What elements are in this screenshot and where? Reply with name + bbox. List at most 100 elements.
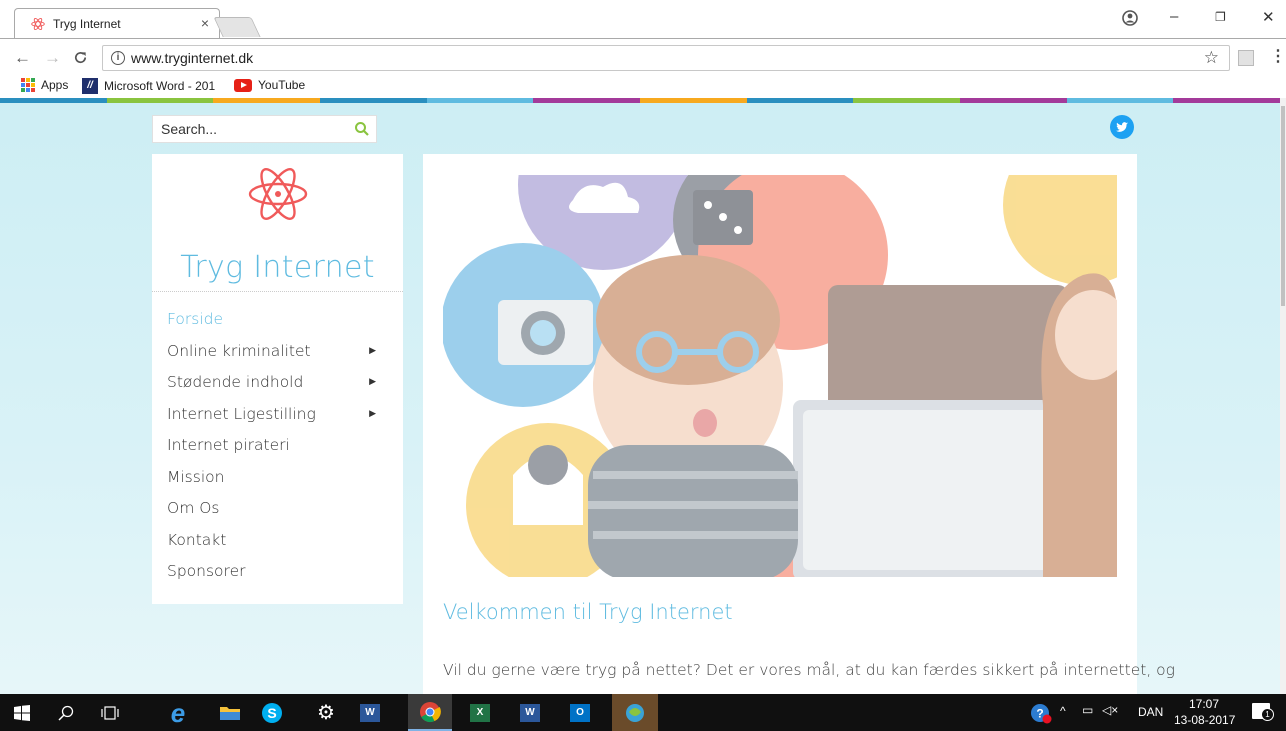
new-tab-button[interactable] (213, 17, 261, 37)
chrome-icon (420, 701, 441, 722)
taskbar-search-icon (58, 705, 74, 721)
edge-app[interactable]: e (156, 694, 200, 731)
info-icon[interactable]: i (111, 51, 125, 65)
menu-item[interactable]: Internet pirateri (167, 436, 392, 468)
extension-icon[interactable] (1238, 50, 1254, 66)
word-app-2[interactable]: W (508, 694, 552, 731)
apps-grid-icon (21, 78, 35, 92)
word-icon: // (82, 78, 98, 94)
svg-text:S: S (267, 705, 276, 721)
task-view-button[interactable] (88, 694, 132, 731)
excel-icon: X (470, 703, 490, 722)
battery-icon[interactable]: ▭ (1082, 703, 1093, 717)
bookmark-label: Apps (41, 78, 69, 92)
stripe-segment (213, 98, 321, 103)
minimize-button[interactable]: – (1170, 8, 1178, 25)
browser-toolbar: ← → i www.tryginternet.dk ☆ ⋮ (0, 38, 1286, 76)
stripe-segment (640, 98, 747, 103)
stripe-segment (1173, 98, 1280, 103)
edge-icon: e (170, 697, 186, 728)
clock-date[interactable]: 13-08-2017 (1174, 713, 1235, 727)
reload-icon[interactable] (73, 50, 88, 65)
scroll-thumb[interactable] (1281, 106, 1285, 306)
menu-item-label: Internet Ligestilling (167, 404, 316, 423)
search-box[interactable] (152, 115, 377, 143)
task-view-icon (101, 705, 119, 720)
volume-icon[interactable]: ◁× (1102, 703, 1118, 717)
word-taskbar-icon: W (360, 703, 380, 722)
twitter-icon[interactable] (1110, 115, 1134, 139)
search-input[interactable] (153, 116, 348, 142)
menu-item[interactable]: Sponsorer (167, 562, 392, 594)
url-text[interactable]: www.tryginternet.dk (131, 50, 253, 66)
bookmark-label: YouTube (258, 78, 306, 92)
outlook-app[interactable]: O (558, 694, 602, 731)
page-scrollbar[interactable] (1280, 98, 1286, 694)
action-center-button[interactable]: 1 (1252, 703, 1274, 721)
menu-item[interactable]: Online kriminalitet ▶ (167, 342, 392, 374)
menu-item-label: Forside (167, 310, 223, 328)
word-app[interactable]: W (348, 694, 392, 731)
language-indicator[interactable]: DAN (1138, 705, 1163, 719)
stripe-segment (533, 98, 641, 103)
menu-item-label: Internet pirateri (167, 436, 290, 454)
stripe-segment (853, 98, 961, 103)
excel-app[interactable]: X (458, 694, 502, 731)
forward-button[interactable]: → (44, 48, 61, 68)
start-button[interactable] (0, 694, 44, 731)
help-badge-icon[interactable]: ? (1030, 702, 1052, 724)
skype-app[interactable]: S (250, 694, 294, 731)
gear-icon: ⚙ (317, 702, 335, 724)
submenu-arrow-icon: ▶ (369, 408, 376, 419)
bookmark-label: Microsoft Word - 201 (104, 79, 216, 93)
menu-item[interactable]: Internet Ligestilling ▶ (167, 405, 392, 437)
menu-item-label: Stødende indhold (167, 373, 304, 391)
tab-close-icon[interactable]: × (201, 15, 209, 31)
address-bar[interactable]: i www.tryginternet.dk ☆ (102, 45, 1230, 71)
menu-item-label: Kontakt (167, 530, 227, 549)
app-icon (626, 703, 644, 722)
menu-item[interactable]: Kontakt (167, 531, 392, 563)
restore-button[interactable]: ❐ (1215, 10, 1226, 24)
submenu-arrow-icon: ▶ (369, 377, 376, 387)
word-taskbar-icon: W (520, 703, 540, 722)
menu-item[interactable]: Stødende indhold ▶ (167, 373, 392, 405)
main-content: Velkommen til Tryg Internet Vil du gerne… (423, 154, 1175, 694)
bookmark-word[interactable]: // Microsoft Word - 201 (82, 78, 215, 94)
submenu-arrow-icon: ▶ (369, 345, 376, 356)
misc-app[interactable] (612, 694, 658, 731)
welcome-title: Velkommen til Tryg Internet (443, 600, 733, 624)
site-title[interactable]: Tryg Internet (152, 250, 403, 285)
stripe-segment (426, 98, 534, 103)
search-taskbar-button[interactable] (44, 694, 88, 731)
search-icon[interactable] (354, 121, 370, 137)
menu-item[interactable]: Forside (167, 310, 392, 342)
menu-item[interactable]: Mission (167, 468, 392, 500)
web-page: Tryg Internet Forside Online kriminalitet… (0, 98, 1280, 694)
tab-strip: Tryg Internet × – ❐ ✕ (0, 0, 1286, 39)
bookmark-apps[interactable]: Apps (21, 78, 68, 92)
browser-menu-icon[interactable]: ⋮ (1270, 46, 1286, 66)
browser-tab[interactable]: Tryg Internet × (14, 8, 220, 39)
close-window-button[interactable]: ✕ (1262, 8, 1275, 26)
clock-time[interactable]: 17:07 (1189, 697, 1219, 711)
color-stripe (0, 98, 1280, 103)
folder-icon (220, 706, 240, 720)
chrome-app[interactable] (408, 694, 452, 731)
menu-item-label: Sponsorer (167, 562, 246, 580)
bookmark-youtube[interactable]: YouTube (234, 78, 305, 92)
hero-image (443, 175, 1117, 577)
back-button[interactable]: ← (14, 48, 31, 68)
windows-logo-icon (14, 704, 30, 721)
bookmark-star-icon[interactable]: ☆ (1204, 48, 1219, 68)
intro-text: Vil du gerne være tryg på nettet? Det er… (443, 661, 1175, 679)
outlook-icon: O (570, 703, 590, 722)
menu-item-label: Mission (167, 467, 225, 486)
file-explorer-app[interactable] (208, 694, 252, 731)
stripe-segment (960, 98, 1067, 103)
settings-app[interactable]: ⚙ (304, 694, 348, 731)
tray-expand-icon[interactable]: ^ (1060, 704, 1066, 718)
atom-logo-icon[interactable] (246, 162, 310, 226)
profile-icon[interactable] (1122, 10, 1138, 26)
menu-item[interactable]: Om Os (167, 499, 392, 531)
